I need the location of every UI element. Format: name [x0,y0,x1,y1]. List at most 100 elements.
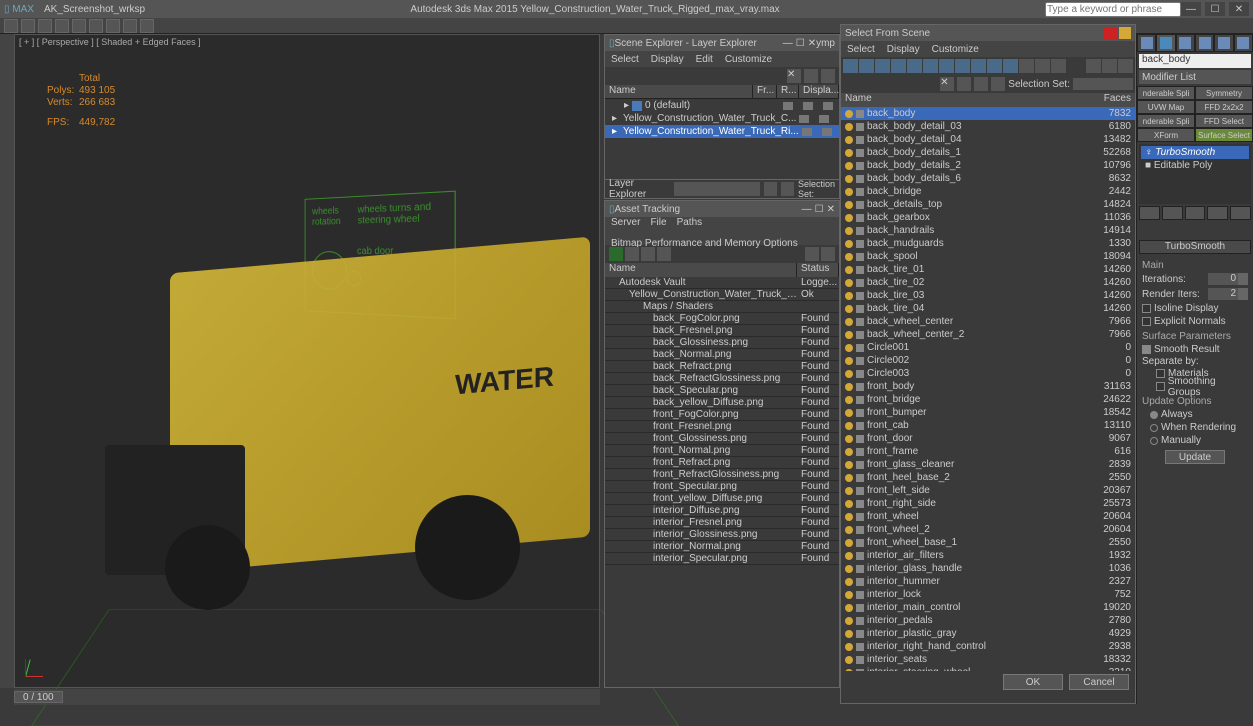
asset-row[interactable]: front_Fresnel.pngFound [605,421,839,433]
explicit-checkbox[interactable] [1142,317,1151,326]
toolbar-button[interactable] [38,19,52,33]
sfs-header[interactable]: Name Faces [841,93,1135,107]
col-status[interactable]: Status [797,263,839,277]
close-icon[interactable]: ✕ [827,204,835,215]
asset-row[interactable]: back_Specular.pngFound [605,385,839,397]
object-name-field[interactable]: back_body [1139,54,1251,68]
object-row[interactable]: interior_main_control19020 [841,601,1135,614]
visibility-icon[interactable] [845,487,853,495]
visibility-icon[interactable] [845,643,853,651]
asset-row[interactable]: back_FogColor.pngFound [605,313,839,325]
visibility-icon[interactable] [845,630,853,638]
smoothing-groups-checkbox[interactable] [1156,382,1165,391]
visibility-icon[interactable] [845,188,853,196]
tab-motion[interactable] [1195,34,1214,52]
stack-btn[interactable] [1162,206,1183,220]
filter-btn[interactable] [907,59,922,73]
asset-tracking-tree[interactable]: Autodesk VaultLogge...Yellow_Constructio… [605,277,839,565]
minimize-icon[interactable]: — [802,204,812,215]
menu-paths[interactable]: Paths [677,217,703,228]
object-row[interactable]: front_wheel_220604 [841,523,1135,536]
manually-radio[interactable] [1150,437,1158,445]
menu-bitmap[interactable]: Bitmap Performance and Memory Options [611,238,798,249]
render-icon[interactable] [819,115,829,123]
visibility-icon[interactable] [845,383,853,391]
object-row[interactable]: back_wheel_center7966 [841,315,1135,328]
col-render[interactable]: R... [777,85,799,98]
menu-customize[interactable]: Customize [932,44,979,55]
visibility-icon[interactable] [845,253,853,261]
filter-btn[interactable] [987,59,1002,73]
asset-row[interactable]: front_yellow_Diffuse.pngFound [605,493,839,505]
layer-btn[interactable] [781,182,794,196]
object-row[interactable]: interior_air_filters1932 [841,549,1135,562]
stack-btn[interactable] [1139,206,1160,220]
render-icon[interactable] [803,102,813,110]
minimize-icon[interactable]: — [783,38,793,49]
object-row[interactable]: Circle0030 [841,367,1135,380]
object-row[interactable]: front_door9067 [841,432,1135,445]
visibility-icon[interactable] [845,175,853,183]
pin-icon[interactable] [1119,27,1131,39]
object-row[interactable]: back_tire_0214260 [841,276,1135,289]
asset-row[interactable]: interior_Fresnel.pngFound [605,517,839,529]
asset-row[interactable]: back_Refract.pngFound [605,361,839,373]
asset-row[interactable]: interior_Diffuse.pngFound [605,505,839,517]
object-row[interactable]: Circle0020 [841,354,1135,367]
filter-btn[interactable] [1118,59,1133,73]
object-row[interactable]: interior_hummer2327 [841,575,1135,588]
modifier-stack[interactable]: ♀ TurboSmooth ■ Editable Poly [1139,144,1251,204]
object-row[interactable]: back_body7832 [841,107,1135,120]
object-row[interactable]: front_cab13110 [841,419,1135,432]
layer-row[interactable]: ▸Yellow_Construction_Water_Truck_C... [605,112,839,125]
visibility-icon[interactable] [845,370,853,378]
freeze-icon[interactable] [783,102,793,110]
filter-btn[interactable] [955,59,970,73]
object-row[interactable]: front_right_side25573 [841,497,1135,510]
visibility-icon[interactable] [845,357,853,365]
close-icon[interactable] [1103,27,1117,39]
visibility-icon[interactable] [845,214,853,222]
visibility-icon[interactable] [845,435,853,443]
sfs-list[interactable]: back_body7832back_body_detail_036180back… [841,107,1135,671]
visibility-icon[interactable] [845,565,853,573]
close-icon[interactable]: ✕ [808,38,816,49]
layer-row[interactable]: ▸Yellow_Construction_Water_Truck_Ri... [605,125,839,138]
menu-edit[interactable]: Edit [696,54,713,65]
visibility-icon[interactable] [845,318,853,326]
asset-row[interactable]: front_Glossiness.pngFound [605,433,839,445]
filter-btn[interactable] [1019,59,1034,73]
at-btn[interactable] [657,247,671,261]
cancel-button[interactable]: Cancel [1069,674,1129,690]
viewport-label[interactable]: [ + ] [ Perspective ] [ Shaded + Edged F… [19,37,201,47]
always-radio[interactable] [1150,411,1158,419]
sfs-titlebar[interactable]: Select From Scene [841,25,1135,41]
visibility-icon[interactable] [845,578,853,586]
filter-btn[interactable] [875,59,890,73]
spinner-buttons[interactable] [1238,273,1248,285]
asset-tracking-header[interactable]: Name Status [605,263,839,277]
tab-create[interactable] [1137,34,1156,52]
toolbar-btn[interactable]: ✕ [787,69,801,83]
visibility-icon[interactable] [845,266,853,274]
visibility-icon[interactable] [845,474,853,482]
smooth-result-checkbox[interactable] [1142,345,1151,354]
asset-row[interactable]: interior_Glossiness.pngFound [605,529,839,541]
col-name[interactable]: Name [605,85,753,98]
minimize-button[interactable]: — [1181,2,1201,16]
object-row[interactable]: back_tire_0414260 [841,302,1135,315]
asset-row[interactable]: Yellow_Construction_Water_Truck_Rigged_m… [605,289,839,301]
filter-btn[interactable] [1086,59,1101,73]
update-button[interactable]: Update [1165,450,1225,464]
visibility-icon[interactable] [845,162,853,170]
asset-row[interactable]: front_Specular.pngFound [605,481,839,493]
filter-btn[interactable] [1003,59,1018,73]
mod-btn[interactable]: nderable Spli [1137,86,1195,100]
tab-modify[interactable] [1156,34,1175,52]
object-row[interactable]: front_wheel20604 [841,510,1135,523]
object-row[interactable]: front_bumper18542 [841,406,1135,419]
object-row[interactable]: Circle0010 [841,341,1135,354]
menu-server[interactable]: Server [611,217,640,228]
visibility-icon[interactable] [845,617,853,625]
mod-btn[interactable]: nderable Spli [1137,114,1195,128]
